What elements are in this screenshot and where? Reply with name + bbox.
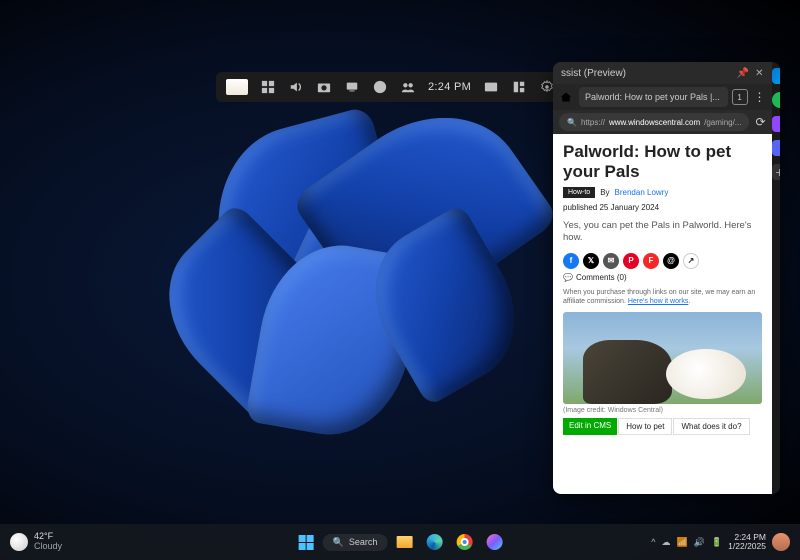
taskbar: 42°F Cloudy 🔍Search ^ ☁ 📶 🔊 🔋 2:24 PM 1/…	[0, 524, 800, 560]
affiliate-link[interactable]: Here's how it works	[628, 298, 688, 305]
explorer-icon[interactable]	[391, 529, 417, 555]
taskbar-center: 🔍Search	[293, 529, 508, 555]
lock-icon: 🔍	[567, 118, 577, 127]
capture-thumbnail[interactable]	[226, 79, 248, 95]
battery-icon[interactable]: 🔋	[711, 537, 722, 548]
taskbar-clock[interactable]: 2:24 PM 1/22/2025	[728, 533, 766, 552]
nav-howto[interactable]: How to pet	[618, 418, 672, 435]
panel-titlebar: ssist (Preview) 📌 ✕	[553, 62, 772, 84]
facebook-icon[interactable]: f	[563, 253, 579, 269]
weather-icon	[10, 533, 28, 551]
panel-title: ssist (Preview)	[561, 68, 626, 79]
weather-cond: Cloudy	[34, 542, 62, 552]
start-button[interactable]	[293, 529, 319, 555]
clock-date: 1/22/2025	[728, 542, 766, 551]
url-bar: 🔍 https://www.windowscentral.com/gaming/…	[553, 110, 772, 134]
browser-tabbar: Palworld: How to pet your Pals |... 1 ⋮	[553, 84, 772, 110]
page-content: Palworld: How to pet your Pals How-to By…	[553, 134, 772, 494]
capture-icon[interactable]	[316, 79, 332, 95]
refresh-icon[interactable]: ⟳	[755, 115, 765, 129]
chrome-icon[interactable]	[451, 529, 477, 555]
publish-date: published 25 January 2024	[563, 203, 659, 212]
sidebar-twitch-icon[interactable]	[772, 116, 780, 132]
browser-sidebar: +	[772, 62, 780, 494]
gamebar-time: 2:24 PM	[428, 81, 471, 93]
share-icon[interactable]: ↗	[683, 253, 699, 269]
message-icon[interactable]	[483, 79, 499, 95]
url-input[interactable]: 🔍 https://www.windowscentral.com/gaming/…	[559, 113, 749, 131]
system-tray[interactable]: ^ ☁ 📶 🔊 🔋	[651, 537, 722, 548]
audio-icon[interactable]	[288, 79, 304, 95]
weather-widget[interactable]: 42°F Cloudy	[10, 532, 62, 552]
author-link[interactable]: Brendan Lowry	[615, 188, 669, 197]
sidebar-spotify-icon[interactable]	[772, 92, 780, 108]
flipboard-icon[interactable]: F	[643, 253, 659, 269]
assist-icon[interactable]	[511, 79, 527, 95]
browser-tab[interactable]: Palworld: How to pet your Pals |...	[579, 87, 728, 107]
threads-icon[interactable]: @	[663, 253, 679, 269]
article-lead: Yes, you can pet the Pals in Palworld. H…	[563, 220, 762, 245]
pin-icon[interactable]: 📌	[737, 68, 749, 79]
comments-link[interactable]: 💬 Comments (0)	[563, 273, 762, 282]
category-tag[interactable]: How-to	[563, 187, 595, 198]
game-bar: 2:24 PM	[216, 72, 565, 102]
home-icon[interactable]	[557, 88, 575, 106]
hero-image	[563, 312, 762, 404]
nav-whatdoes[interactable]: What does it do?	[673, 418, 749, 435]
social-icon[interactable]	[400, 79, 416, 95]
search-button[interactable]: 🔍Search	[323, 534, 388, 551]
by-label: By	[600, 188, 609, 197]
article-nav: Edit in CMS How to pet What does it do?	[563, 418, 762, 435]
edit-cms-button[interactable]: Edit in CMS	[563, 418, 617, 435]
sidebar-edge-icon[interactable]	[772, 68, 780, 84]
browser-assist-panel: ssist (Preview) 📌 ✕ Palworld: How to pet…	[553, 62, 780, 494]
close-icon[interactable]: ✕	[755, 68, 763, 79]
pinterest-icon[interactable]: P	[623, 253, 639, 269]
user-avatar[interactable]	[772, 533, 790, 551]
image-credit: (Image credit: Windows Central)	[563, 407, 762, 414]
onedrive-icon[interactable]: ☁	[662, 537, 671, 548]
widgets-icon[interactable]	[260, 79, 276, 95]
sidebar-add-icon[interactable]: +	[772, 164, 780, 180]
xbox-icon[interactable]	[372, 79, 388, 95]
affiliate-notice: When you purchase through links on our s…	[563, 288, 762, 306]
url-domain: www.windowscentral.com	[609, 118, 700, 127]
copilot-icon[interactable]	[481, 529, 507, 555]
chevron-up-icon[interactable]: ^	[651, 537, 655, 547]
share-row: f 𝕏 ✉ P F @ ↗	[563, 253, 762, 269]
url-path: /gaming/...	[704, 118, 741, 127]
search-icon: 🔍	[333, 537, 344, 548]
article-headline: Palworld: How to pet your Pals	[563, 142, 762, 181]
volume-icon[interactable]: 🔊	[694, 537, 705, 548]
tab-count[interactable]: 1	[732, 89, 748, 105]
menu-icon[interactable]: ⋮	[752, 90, 768, 104]
performance-icon[interactable]	[344, 79, 360, 95]
wifi-icon[interactable]: 📶	[677, 537, 688, 548]
email-icon[interactable]: ✉	[603, 253, 619, 269]
wallpaper-bloom	[120, 45, 560, 493]
sidebar-discord-icon[interactable]	[772, 140, 780, 156]
x-icon[interactable]: 𝕏	[583, 253, 599, 269]
edge-icon[interactable]	[421, 529, 447, 555]
taskbar-right: ^ ☁ 📶 🔊 🔋 2:24 PM 1/22/2025	[651, 533, 790, 552]
